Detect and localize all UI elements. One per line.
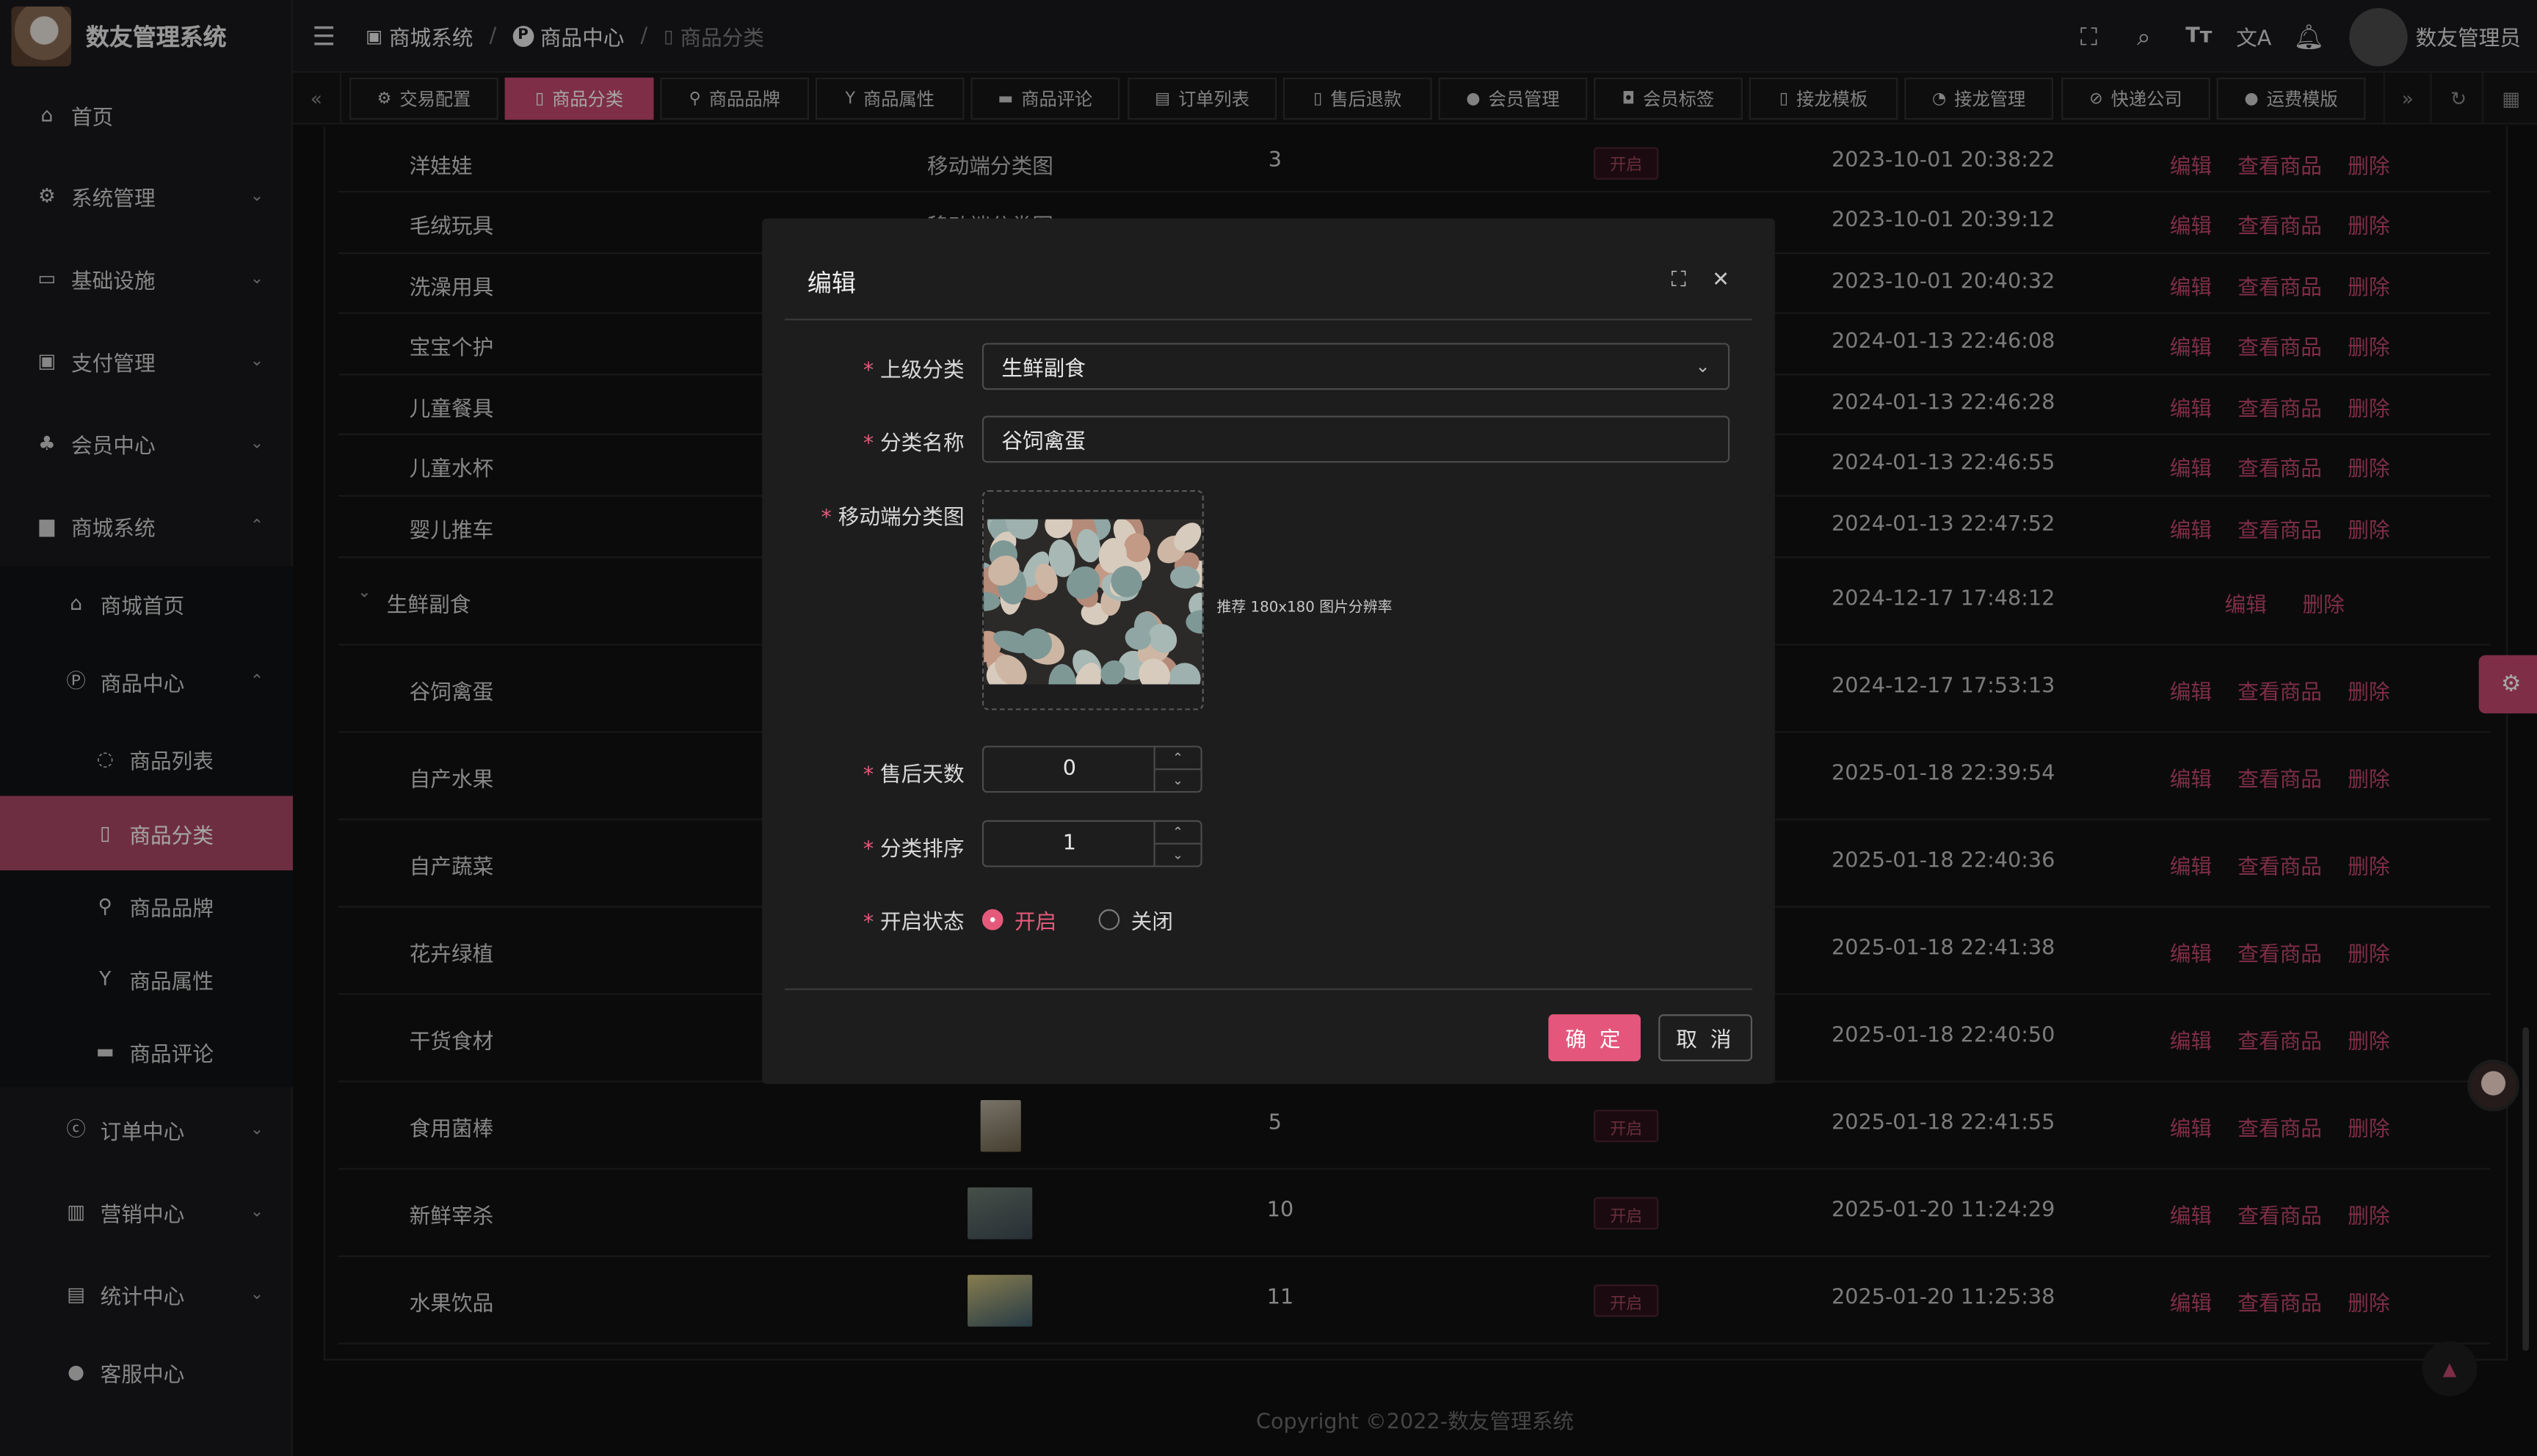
close-icon[interactable]: ✕ [1712, 269, 1730, 293]
decrement-icon[interactable]: ⌄ [1155, 844, 1201, 866]
mobile-image-label: * 移动端分类图 [821, 506, 965, 531]
after-sale-days-stepper[interactable]: 0 ⌃ ⌄ [981, 746, 1202, 793]
after-sale-days-value[interactable]: 0 [984, 747, 1155, 791]
edit-dialog: 编辑 ⛶ ✕ * 上级分类 生鲜副食 ⌄ * 分类名称 谷饲禽蛋 * 移动端分类图 推… [762, 218, 1775, 1084]
parent-category-select[interactable]: 生鲜副食 ⌄ [981, 343, 1730, 390]
dialog-title: 编辑 [807, 268, 857, 298]
maximize-icon[interactable]: ⛶ [1672, 269, 1686, 293]
confirm-button[interactable]: 确 定 [1548, 1014, 1641, 1062]
increment-icon[interactable]: ⌃ [1155, 822, 1201, 844]
sort-value[interactable]: 1 [984, 822, 1155, 866]
category-image-eggs [984, 519, 1202, 685]
chevron-down-icon: ⌄ [1695, 355, 1710, 377]
status-on-radio[interactable]: 开启 [981, 904, 1056, 935]
increment-icon[interactable]: ⌃ [1155, 747, 1201, 770]
category-name-input[interactable]: 谷饲禽蛋 [981, 415, 1730, 463]
image-upload[interactable] [981, 489, 1204, 710]
parent-category-label: * 上级分类 [863, 359, 965, 384]
category-name-label: * 分类名称 [863, 432, 965, 456]
after-sale-days-label: * 售后天数 [863, 763, 965, 788]
cancel-button[interactable]: 取 消 [1658, 1014, 1753, 1062]
decrement-icon[interactable]: ⌄ [1155, 769, 1201, 791]
sort-stepper[interactable]: 1 ⌃ ⌄ [981, 820, 1202, 867]
status-off-radio[interactable]: 关闭 [1098, 904, 1173, 935]
status-label: * 开启状态 [863, 911, 965, 936]
sort-label: * 分类排序 [863, 837, 965, 862]
upload-tip: 推荐 180x180 图片分辨率 [1216, 600, 1393, 616]
